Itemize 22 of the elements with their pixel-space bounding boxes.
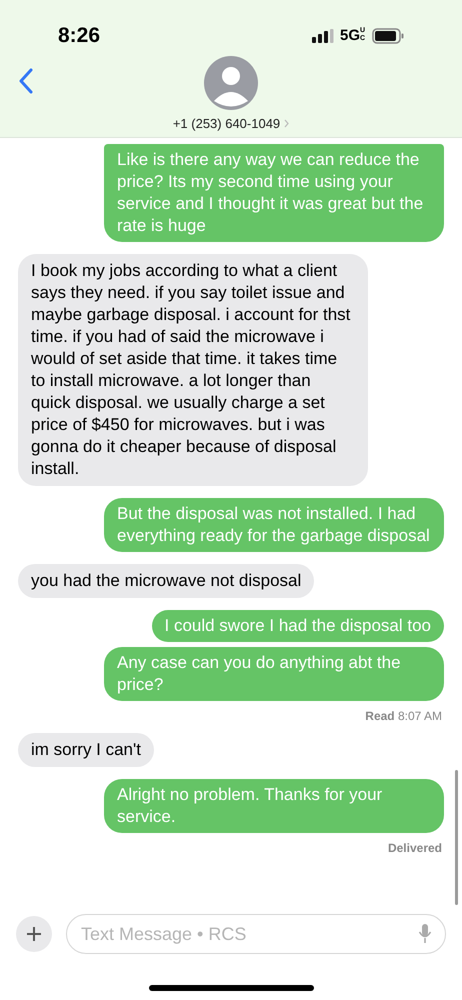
plus-icon bbox=[26, 926, 42, 942]
back-icon[interactable] bbox=[18, 68, 34, 94]
delivery-status: Read 8:07 AM bbox=[365, 708, 442, 725]
sent-message: Like is there any way we can reduce the price? Its my second time using your service and I thought it was great but the rate is huge bbox=[104, 144, 444, 242]
add-button[interactable] bbox=[16, 916, 52, 952]
sent-message: But the disposal was not installed. I had everything ready for the garbage disposal bbox=[104, 498, 444, 552]
delivery-status: Delivered bbox=[388, 840, 442, 857]
sent-message: Any case can you do anything abt the price? bbox=[104, 647, 444, 701]
network-label: 5G bbox=[340, 26, 360, 46]
sent-message: I could swore I had the disposal too bbox=[152, 610, 444, 642]
received-message: I book my jobs according to what a client says they need. if you say toilet issue and maybe garbage disposal. i account for thst time. if you had of said the microwave i would of set aside that time. it takes time to install microwave. a lot longer than quick disposal. we usually charge a set price of $450 for microwaves. but i was gonna do it cheaper because of disposal install. bbox=[18, 254, 368, 486]
status-time: 8:26 bbox=[58, 23, 100, 49]
avatar-icon[interactable] bbox=[204, 56, 258, 110]
contact-name[interactable]: +1 (253) 640-1049 bbox=[172, 114, 280, 134]
battery-icon bbox=[372, 28, 404, 44]
chevron-icon bbox=[284, 119, 290, 128]
received-message: im sorry I can't bbox=[18, 733, 154, 767]
sent-message: Alright no problem. Thanks for your service. bbox=[104, 779, 444, 833]
signal-icon bbox=[312, 28, 334, 43]
microphone-icon[interactable] bbox=[418, 923, 432, 945]
received-message: you had the microwave not disposal bbox=[18, 564, 314, 598]
message-field[interactable]: Text Message • RCS bbox=[66, 914, 446, 954]
